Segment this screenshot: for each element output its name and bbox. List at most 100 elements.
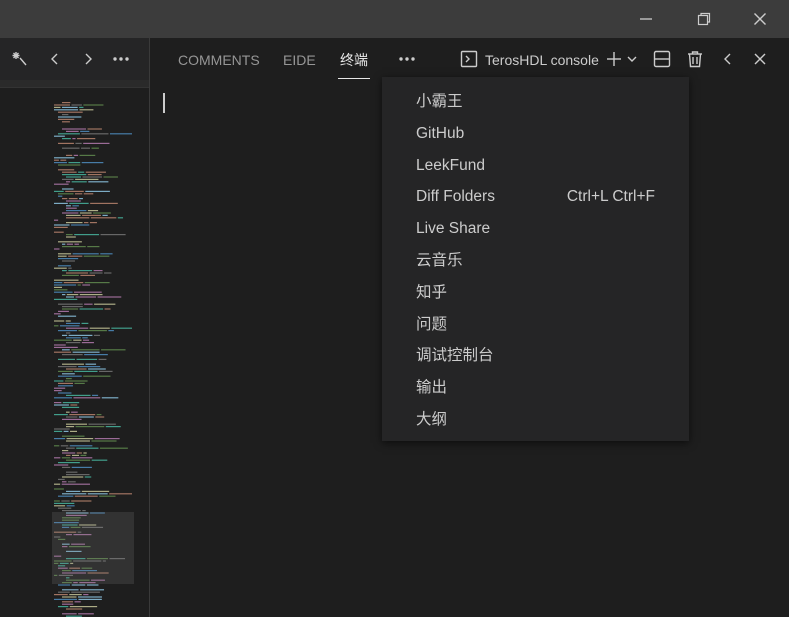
- minimap-line: [66, 205, 71, 207]
- tab-eide[interactable]: EIDE: [283, 38, 316, 80]
- minimap-line: [66, 214, 81, 216]
- minimap-line: [70, 430, 78, 432]
- minimap-line: [93, 212, 111, 214]
- minimap-line: [84, 282, 110, 284]
- minimap-line: [58, 370, 73, 372]
- chevron-left-icon[interactable]: [716, 47, 740, 71]
- minimap-line: [54, 387, 66, 389]
- minimap-line: [81, 322, 89, 324]
- minimap-line: [58, 133, 80, 135]
- minimap-line: [90, 217, 117, 219]
- minimap-line: [83, 339, 90, 341]
- minimap-line: [54, 445, 60, 447]
- minimap-line: [62, 308, 79, 310]
- restore-icon[interactable]: [681, 0, 727, 38]
- minimap-line: [54, 183, 69, 185]
- menu-item-diff-folders[interactable]: Diff Folders Ctrl+L Ctrl+F: [382, 181, 689, 213]
- minimap-line: [76, 452, 82, 454]
- menu-item-leekfund[interactable]: LeekFund: [382, 150, 689, 182]
- panel-tab-bar: COMMENTS EIDE 终端 TerosHDL console: [150, 38, 789, 80]
- minimap-line: [72, 454, 80, 456]
- close-panel-icon[interactable]: [748, 47, 772, 71]
- minimap-line: [54, 267, 67, 269]
- trash-icon[interactable]: [683, 47, 707, 71]
- menu-item-label: 云音乐: [416, 251, 463, 269]
- menu-item-xiaobawang[interactable]: 小霸王: [382, 86, 689, 118]
- minimap-line: [54, 157, 75, 159]
- minimap-line: [74, 382, 85, 384]
- minimap-line: [68, 198, 78, 200]
- minimap-line: [62, 373, 75, 375]
- minimap-line: [89, 222, 97, 224]
- minimize-icon[interactable]: [623, 0, 669, 38]
- chevron-right-icon[interactable]: [76, 47, 100, 71]
- minimap-line: [66, 217, 90, 219]
- split-icon[interactable]: [650, 47, 674, 71]
- tab-comments[interactable]: COMMENTS: [178, 38, 260, 80]
- tab-terminal[interactable]: 终端: [338, 38, 370, 80]
- minimap-line: [54, 325, 59, 327]
- minimap-slider[interactable]: [52, 512, 134, 584]
- menu-item-github[interactable]: GitHub: [382, 118, 689, 150]
- minimap-line: [62, 601, 74, 603]
- minimap-line: [96, 414, 102, 416]
- minimap-line: [71, 224, 90, 226]
- minimap-line: [54, 289, 68, 291]
- minimap-line: [101, 349, 126, 351]
- more-icon[interactable]: [395, 47, 419, 71]
- minimap-line: [58, 116, 82, 118]
- terminal-selector[interactable]: TerosHDL console: [485, 38, 599, 80]
- minimap-line: [58, 303, 83, 305]
- minimap-line: [71, 500, 92, 502]
- minimap-line: [54, 402, 62, 404]
- terminal-icon[interactable]: [457, 47, 481, 71]
- minimap-line: [68, 334, 93, 336]
- minimap-line: [80, 274, 96, 276]
- minimap-line: [58, 315, 77, 317]
- minimap-line: [91, 440, 117, 442]
- minimap-line: [100, 234, 126, 236]
- minimap-line: [70, 404, 78, 406]
- minimap-line: [60, 445, 69, 447]
- minimap-line: [83, 142, 110, 144]
- minimap-line: [66, 394, 91, 396]
- minimap-line: [77, 596, 102, 598]
- minimap-line: [93, 270, 103, 272]
- menu-item-problems[interactable]: 问题: [382, 309, 689, 341]
- close-icon[interactable]: [737, 0, 783, 38]
- minimap-line: [66, 411, 70, 413]
- minimap-line: [62, 212, 79, 214]
- minimap-line: [73, 397, 101, 399]
- minimap-line: [54, 483, 61, 485]
- chevron-left-icon[interactable]: [43, 47, 67, 71]
- minimap-line: [62, 613, 77, 615]
- minimap-line: [58, 265, 71, 267]
- minimap-line: [66, 423, 88, 425]
- sparkle-chat-icon[interactable]: [8, 47, 32, 71]
- menu-item-cloud-music[interactable]: 云音乐: [382, 245, 689, 277]
- minimap-line: [63, 430, 69, 432]
- minimap-line: [85, 171, 106, 173]
- minimap-line: [58, 478, 65, 480]
- menu-item-live-share[interactable]: Live Share: [382, 213, 689, 245]
- minimap-line: [61, 457, 71, 459]
- minimap-line: [74, 291, 102, 293]
- minimap-line: [58, 385, 73, 387]
- menu-item-outline[interactable]: 大纲: [382, 404, 689, 436]
- more-icon[interactable]: [109, 47, 133, 71]
- minimap-line: [54, 594, 68, 596]
- menu-item-debug-console[interactable]: 调试控制台: [382, 340, 689, 372]
- minimap-line: [80, 589, 105, 591]
- minimap-line: [54, 106, 61, 108]
- menu-item-label: Diff Folders: [416, 188, 495, 206]
- minimap-line: [83, 255, 110, 257]
- menu-item-zhihu[interactable]: 知乎: [382, 277, 689, 309]
- minimap-line: [66, 210, 87, 212]
- minimap-line: [66, 368, 87, 370]
- minimap-line: [72, 138, 76, 140]
- minimap-line: [84, 476, 92, 478]
- chevron-down-icon[interactable]: [622, 47, 642, 71]
- minimap-line: [66, 426, 75, 428]
- menu-item-output[interactable]: 输出: [382, 372, 689, 404]
- minimap-line: [89, 272, 103, 274]
